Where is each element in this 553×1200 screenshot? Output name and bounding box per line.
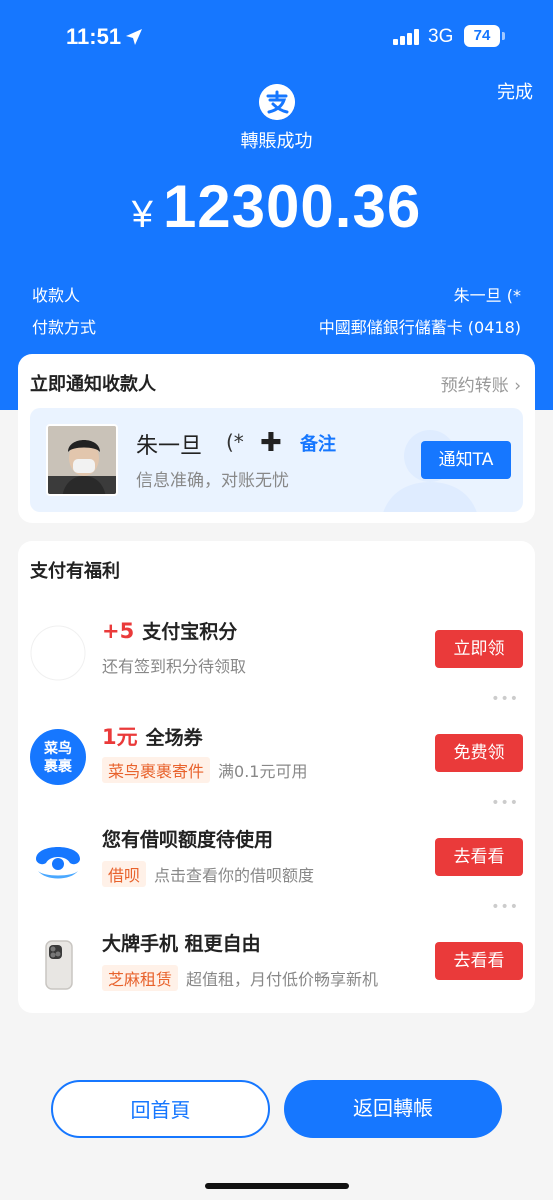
cainiao-icon: 菜鸟 裹裹 — [30, 729, 86, 785]
home-button[interactable]: 回首頁 — [51, 1080, 270, 1138]
signal-icon — [393, 29, 419, 45]
more-dots-icon[interactable]: ••• — [491, 795, 519, 811]
svg-text:裹裹: 裹裹 — [43, 758, 73, 775]
benefit-title: 大牌手机 租更自由 — [102, 933, 261, 955]
battery-icon: 74 — [464, 25, 500, 47]
chevron-right-icon: › — [514, 376, 521, 396]
network-type: 3G — [428, 26, 454, 47]
view-phone-rental-button[interactable]: 去看看 — [435, 942, 523, 980]
done-button[interactable]: 完成 — [497, 78, 533, 104]
location-arrow-icon — [126, 29, 142, 45]
notify-title: 立即通知收款人 — [30, 374, 156, 395]
back-to-transfer-button[interactable]: 返回轉帳 — [284, 1080, 502, 1138]
view-jiebei-button[interactable]: 去看看 — [435, 838, 523, 876]
alipay-icon — [259, 84, 295, 120]
benefit-title: 1元 全场券 — [102, 725, 203, 749]
status-time: 11:51 — [66, 24, 122, 49]
benefit-item-jiebei[interactable]: ••• 您有借呗额度待使用 借呗 点击查看你的借呗额度 去看看 — [18, 795, 535, 905]
payee-name: 朱一旦 — [136, 434, 203, 459]
currency-symbol: ¥ — [131, 194, 153, 236]
avatar — [46, 424, 118, 496]
payment-method-value: 中國郵儲銀行儲蓄卡 (0418) — [318, 318, 521, 337]
plus-icon: ✚ — [260, 428, 282, 458]
payee-box: 朱一旦 (* ✚ 备注 信息准确，对账无忧 通知TA — [30, 408, 523, 512]
home-indicator — [205, 1183, 349, 1189]
benefit-subtitle: 借呗 点击查看你的借呗额度 — [102, 861, 314, 887]
points-icon — [30, 625, 86, 681]
scheduled-transfer-link[interactable]: 预约转账 › — [441, 371, 521, 396]
benefits-title: 支付有福利 — [30, 561, 120, 582]
benefit-item-cainiao[interactable]: ••• 菜鸟 裹裹 1元 全场券 菜鸟裹裹寄件 满0.1元可用 免费领 — [18, 691, 535, 801]
phone-icon — [45, 940, 73, 990]
avatar-photo — [48, 426, 116, 494]
add-note-link[interactable]: 备注 — [300, 430, 336, 456]
benefit-tag: 菜鸟裹裹寄件 — [102, 757, 211, 783]
benefit-tag: 借呗 — [102, 861, 147, 887]
amount: ¥12300.36 — [0, 172, 553, 241]
claim-now-button[interactable]: 立即领 — [435, 630, 523, 668]
benefit-title: 您有借呗额度待使用 — [102, 829, 274, 851]
transfer-success-page: 11:51 3G 74 完成 轉賬成功 ¥12300.36 收款人 朱一旦 (*… — [0, 0, 553, 1200]
more-dots-icon[interactable]: ••• — [491, 691, 519, 707]
notify-button[interactable]: 通知TA — [421, 441, 511, 479]
svg-text:菜鸟: 菜鸟 — [43, 740, 72, 757]
jiebei-icon — [36, 847, 80, 879]
payment-method-label: 付款方式 — [32, 318, 97, 337]
notify-card: 立即通知收款人 预约转账 › 朱一旦 (* ✚ 备注 信息准确，对账无忧 通知T… — [18, 354, 535, 523]
claim-free-button[interactable]: 免费领 — [435, 734, 523, 772]
benefit-subtitle: 芝麻租赁 超值租，月付低价畅享新机 — [102, 965, 378, 991]
payee-value: 朱一旦 (* — [453, 286, 521, 305]
more-dots-icon[interactable]: ••• — [491, 899, 519, 915]
benefit-item-phone-rental[interactable]: ••• 大牌手机 租更自由 芝麻租赁 超值租，月付低价畅享新机 去看看 — [18, 899, 535, 1009]
benefit-title: +5 支付宝积分 — [102, 619, 238, 643]
benefit-item-points[interactable]: +5 支付宝积分 还有签到积分待领取 立即领 — [18, 593, 535, 697]
payee-description: 信息准确，对账无忧 — [136, 471, 289, 491]
benefit-subtitle: 还有签到积分待领取 — [102, 657, 247, 676]
payee-label: 收款人 — [32, 286, 81, 305]
benefit-subtitle: 菜鸟裹裹寄件 满0.1元可用 — [102, 757, 307, 783]
payee-masked-account: (* — [226, 430, 244, 454]
amount-value: 12300.36 — [162, 173, 422, 240]
success-title: 轉賬成功 — [240, 131, 313, 152]
battery-tip — [502, 32, 505, 40]
benefits-card: 支付有福利 +5 支付宝积分 还有签到积分待领取 立即领 ••• 菜鸟 裹裹 1元… — [18, 541, 535, 1013]
benefit-tag: 芝麻租赁 — [102, 965, 179, 991]
